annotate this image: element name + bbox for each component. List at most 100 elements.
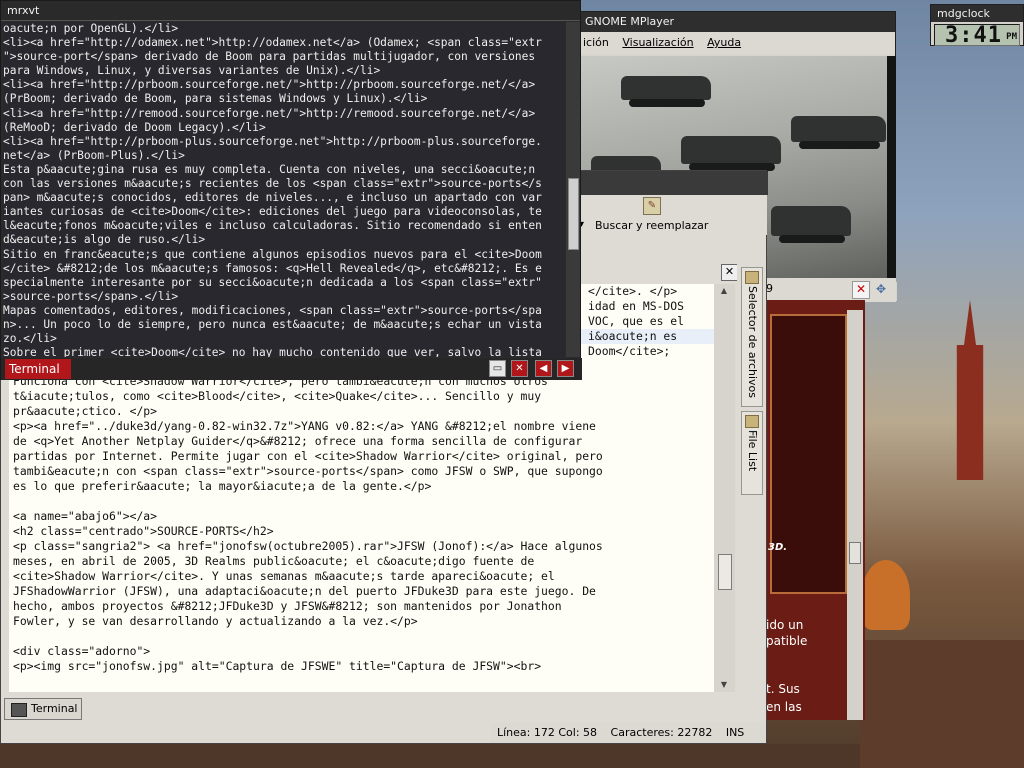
terminal-line: Esta p&aacute;gina rusa es muy completa.… (3, 162, 536, 176)
menu-ayuda[interactable]: Ayuda (707, 36, 741, 49)
scroll-down-arrow[interactable]: ▼ (718, 679, 730, 691)
find-replace-icon[interactable]: ✎ (643, 197, 661, 215)
code-line: <h2 class="centrado">SOURCE-PORTS</h2> (13, 524, 274, 538)
video-tank (621, 76, 711, 107)
status-chars: Caracteres: 22782 (610, 726, 713, 739)
code-scroll-thumb[interactable] (718, 554, 732, 590)
terminal-output[interactable]: oacute;n por OpenGL).</li> <li><a href="h… (3, 22, 565, 357)
mplayer-titlebar[interactable]: GNOME MPlayer (581, 12, 895, 32)
code-line: <a name="abajo6"></a> (13, 509, 158, 523)
terminal-tab[interactable]: Terminal (5, 359, 71, 379)
browser-toolbar: 9 ✕ ✥ (766, 278, 896, 302)
close-tab-icon[interactable]: ✕ (511, 360, 528, 377)
terminal-titlebar[interactable]: mrxvt (1, 1, 580, 21)
browser-scroll-thumb[interactable] (849, 542, 861, 564)
terminal-line: >source-ports</span>.</li> (3, 289, 179, 303)
tab-file-selector-label: Selector de archivos (746, 286, 759, 398)
browser-content: 3D. ido un patible t. Sus en las (766, 300, 865, 720)
code-line: <p><img src="jonofsw.jpg" alt="Captura d… (13, 659, 542, 673)
code-line: tambi&eacute;n con <span class="extr">so… (13, 464, 603, 478)
terminal-line: Mapas comentados, editores, modificacion… (3, 303, 542, 317)
code-line: partidas por Internet. Permite jugar con… (13, 449, 603, 463)
terminal-line: </cite> &#8212;de los m&aacute;s famosos… (3, 261, 542, 275)
code-line: de <q>Yet Another Netplay Guider</q>&#82… (13, 434, 583, 448)
terminal-line: (ReMooD; derivado de Doom Legacy).</li> (3, 120, 266, 134)
folder-icon (745, 271, 759, 284)
terminal-line: para Windows, Linux, y diversas variante… (3, 64, 381, 78)
terminal-scroll-thumb[interactable] (568, 178, 579, 250)
menu-visualizacion[interactable]: Visualización (622, 36, 693, 49)
mdgclock-window: mdgclock 3:41 PM (930, 4, 1024, 47)
code-line: <p><a href="../duke3d/yang-0.82-win32.7z… (13, 419, 596, 433)
code-line: Fowler, y se van desarrollando y actuali… (13, 614, 418, 628)
editor-tab-bar: ✕ (581, 261, 739, 283)
browser-text-line: en las (766, 700, 802, 714)
taskbar-terminal-label: Terminal (31, 702, 78, 715)
terminal-line: Sobre el primer <cite>Doom</cite> no hay… (3, 346, 542, 357)
mplayer-title: GNOME MPlayer (585, 15, 675, 28)
browser-page-number: 9 (766, 282, 773, 295)
tab-file-list-label: File List (746, 430, 759, 472)
side-panel: Selector de archivos File List (737, 261, 765, 681)
terminal-tab-bar: Terminal ▭ ✕ ◀ ▶ (1, 358, 582, 380)
terminal-title: mrxvt (7, 4, 40, 17)
terminal-line: <li><a href="http://prboom.sourceforge.n… (3, 78, 536, 92)
clock-ampm: PM (1006, 32, 1017, 42)
video-tank (771, 206, 851, 243)
cathedral-dome (862, 560, 910, 630)
browser-text-line: patible (766, 634, 808, 648)
tab-file-list[interactable]: File List (741, 411, 763, 495)
terminal-line: <li><a href="http://remood.sourceforge.n… (3, 106, 536, 120)
terminal-line: iantes curiosas de <cite>Doom</cite>: ed… (3, 205, 542, 219)
clock-titlebar[interactable]: mdgclock (931, 5, 1023, 22)
folder-icon (745, 415, 759, 428)
browser-text-line: 3D. (768, 542, 788, 553)
status-mode: INS (725, 726, 745, 739)
taskbar: Terminal (0, 695, 82, 723)
code-line: hecho, ambos proyectos &#8212;JFDuke3D y… (13, 599, 562, 613)
video-tank (681, 136, 781, 171)
code-line: <div class="adorno"> (13, 644, 151, 658)
terminal-line: <li><a href="http://odamex.net">http://o… (3, 36, 542, 50)
new-tab-icon[interactable]: ▭ (489, 360, 506, 377)
mplayer-menubar: ición Visualización Ayuda (581, 32, 895, 54)
terminal-line: l&eacute;fonos m&oacute;viles e incluso … (3, 219, 542, 233)
terminal-line: Sitio en franc&eacute;s que contiene alg… (3, 247, 542, 261)
terminal-scrollbar[interactable] (566, 22, 580, 357)
code-line: es lo que preferir&aacute; la mayor&iacu… (13, 479, 432, 493)
search-replace-button[interactable]: Buscar y reemplazar (595, 219, 708, 232)
browser-text-line: ido un (766, 618, 804, 632)
browser-scrollbar[interactable] (847, 310, 863, 720)
scroll-up-arrow[interactable]: ▲ (718, 285, 730, 297)
terminal-line: ">source-port</span> derivado de Boom pa… (3, 50, 536, 64)
terminal-line: (PrBoom; derivado de Boom, para sistemas… (3, 92, 428, 106)
menu-edicion[interactable]: ición (583, 36, 609, 49)
square-ground-left (0, 744, 860, 768)
close-tab-icon[interactable]: ✕ (721, 264, 738, 281)
video-tank (791, 116, 886, 149)
prev-tab-icon[interactable]: ◀ (535, 360, 552, 377)
code-line: <cite>Shadow Warrior</cite>. Y unas sema… (13, 569, 555, 583)
square-ground (860, 640, 1024, 768)
code-line: t&iacute;tulos, como <cite>Blood</cite>,… (13, 389, 542, 403)
tab-file-selector[interactable]: Selector de archivos (741, 267, 763, 407)
kremlin-tower-right (956, 300, 984, 480)
terminal-line: pan> m&aacute;s conocidos, editores de n… (3, 191, 542, 205)
clock-display: 3:41 PM (934, 24, 1020, 47)
taskbar-terminal-button[interactable]: Terminal (4, 698, 82, 720)
browser-stop-button[interactable]: ✕ (852, 281, 870, 299)
terminal-line: oacute;n por OpenGL).</li> (3, 22, 179, 35)
code-line: pr&aacute;ctico. </p> (13, 404, 158, 418)
move-icon[interactable]: ✥ (876, 282, 886, 296)
code-scrollbar[interactable]: ▲ ▼ (714, 284, 735, 692)
next-tab-icon[interactable]: ▶ (557, 360, 574, 377)
terminal-line: d&eacute;is algo de ruso.</li> (3, 233, 206, 247)
editor-statusbar: Línea: 172 Col: 58 Caracteres: 22782 INS (491, 723, 766, 743)
terminal-line: net</a> (PrBoom-Plus).</li> (3, 148, 185, 162)
code-line: meses, en abril de 2005, 3D Realms publi… (13, 554, 535, 568)
terminal-line: zo.</li> (3, 332, 57, 346)
terminal-line: <li><a href="http://prboom-plus.sourcefo… (3, 134, 542, 148)
mplayer-side-bar (887, 56, 896, 282)
